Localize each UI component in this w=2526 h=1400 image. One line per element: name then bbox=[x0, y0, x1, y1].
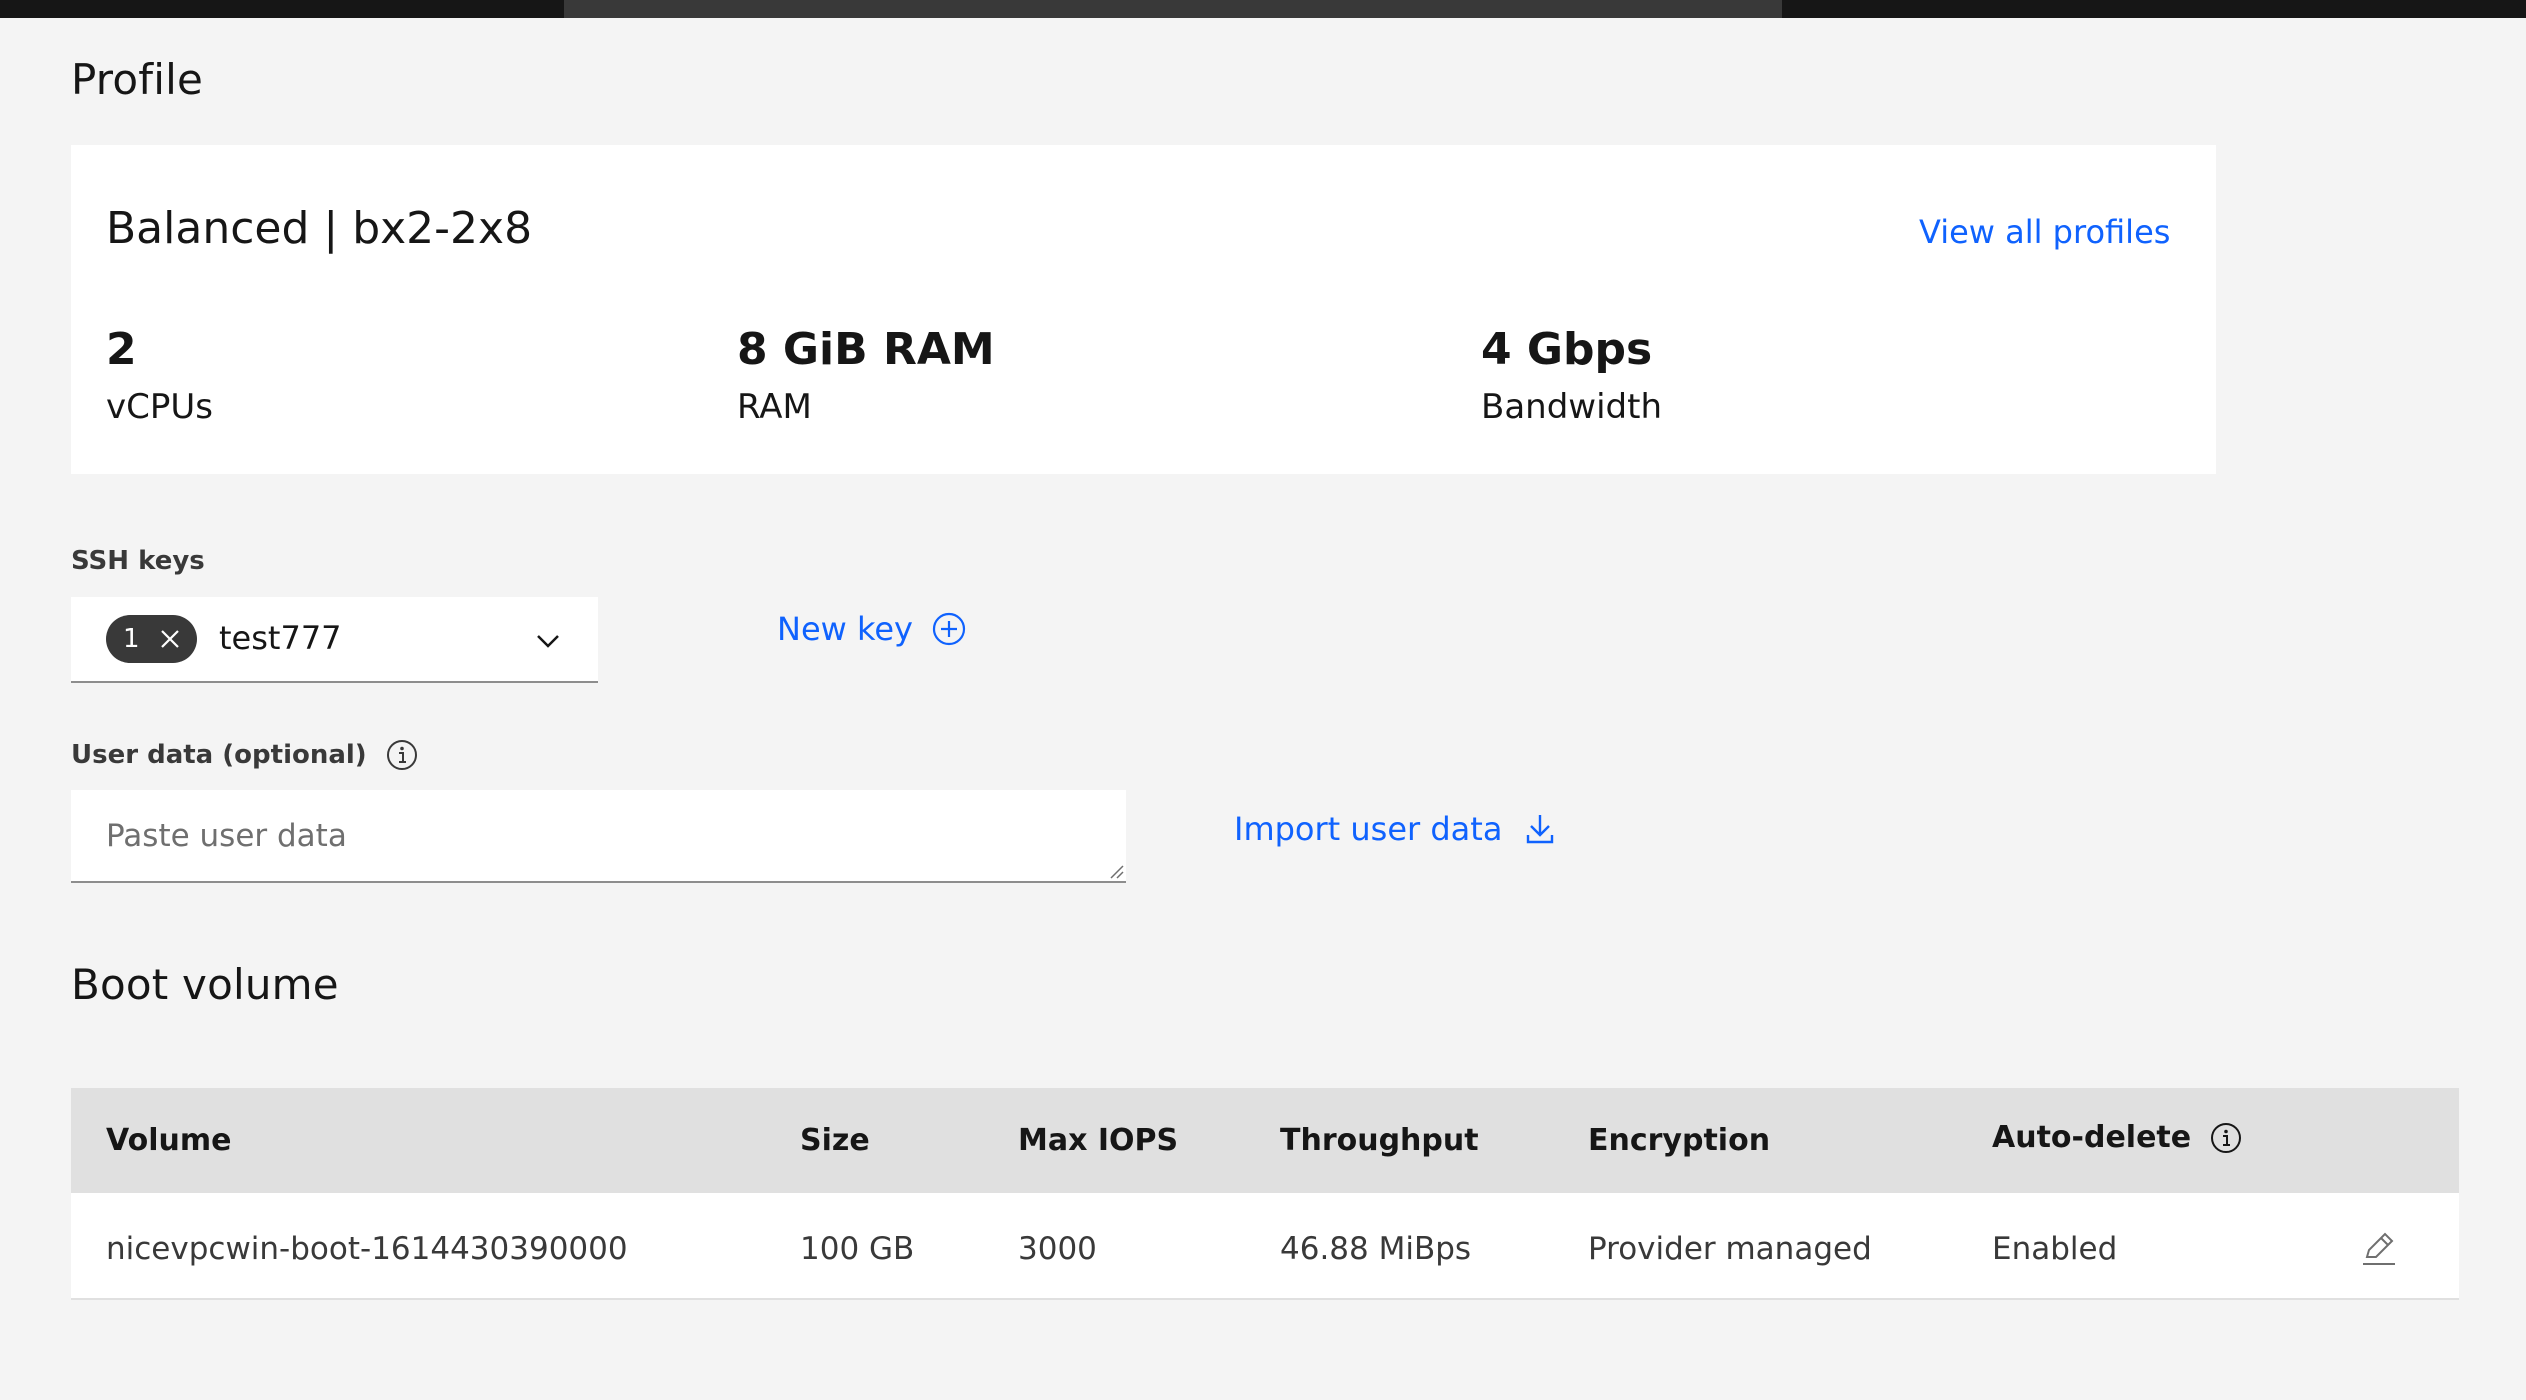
edit-icon[interactable] bbox=[2359, 1227, 2399, 1267]
chevron-down-icon[interactable] bbox=[533, 626, 563, 656]
selected-count: 1 bbox=[123, 624, 140, 654]
table-row: nicevpcwin-boot-1614430390000 100 GB 300… bbox=[71, 1193, 2459, 1300]
boot-volume-heading: Boot volume bbox=[71, 960, 339, 1009]
stat-value: 2 bbox=[106, 324, 137, 375]
user-data-label-row: User data (optional) bbox=[71, 738, 419, 772]
selected-count-tag: 1 bbox=[106, 615, 197, 663]
user-data-placeholder: Paste user data bbox=[106, 818, 347, 854]
cell-auto-delete: Enabled bbox=[1992, 1231, 2118, 1267]
new-key-link[interactable]: New key bbox=[777, 610, 967, 648]
cell-max-iops: 3000 bbox=[1018, 1231, 1097, 1267]
information-icon[interactable] bbox=[2209, 1121, 2243, 1155]
add-circle-icon bbox=[932, 612, 966, 646]
download-icon bbox=[1527, 815, 1554, 844]
ssh-keys-label: SSH keys bbox=[71, 546, 205, 576]
stat-value: 8 GiB RAM bbox=[737, 324, 995, 375]
resize-handle-icon[interactable] bbox=[1106, 861, 1124, 879]
stat-label: RAM bbox=[737, 387, 812, 427]
stat-value: 4 Gbps bbox=[1481, 324, 1653, 375]
new-key-label: New key bbox=[777, 610, 913, 648]
user-data-textarea[interactable]: Paste user data bbox=[71, 790, 1126, 883]
import-user-data-label: Import user data bbox=[1234, 810, 1503, 848]
column-header-throughput: Throughput bbox=[1280, 1123, 1479, 1158]
information-icon[interactable] bbox=[385, 738, 419, 772]
auto-delete-header-label: Auto-delete bbox=[1992, 1120, 2192, 1155]
stat-vcpus: 2 vCPUs bbox=[106, 324, 213, 427]
top-navigation-segment bbox=[564, 0, 1782, 18]
column-header-encryption: Encryption bbox=[1588, 1123, 1771, 1158]
stat-label: Bandwidth bbox=[1481, 387, 1663, 427]
ssh-keys-multiselect[interactable]: 1 test777 bbox=[71, 597, 598, 683]
column-header-max-iops: Max IOPS bbox=[1018, 1123, 1179, 1158]
stat-bandwidth: 4 Gbps Bandwidth bbox=[1481, 324, 1663, 427]
column-header-auto-delete: Auto-delete bbox=[1992, 1120, 2243, 1155]
user-data-label: User data (optional) bbox=[71, 740, 367, 770]
profile-heading: Profile bbox=[71, 55, 203, 104]
view-all-profiles-link[interactable]: View all profiles bbox=[1919, 213, 2170, 251]
profile-card: Balanced | bx2-2x8 View all profiles 2 v… bbox=[71, 145, 2216, 474]
cell-volume: nicevpcwin-boot-1614430390000 bbox=[106, 1231, 628, 1267]
close-icon[interactable] bbox=[158, 627, 182, 651]
import-user-data-link[interactable]: Import user data bbox=[1234, 810, 1558, 848]
cell-encryption: Provider managed bbox=[1588, 1231, 1872, 1267]
stat-ram: 8 GiB RAM RAM bbox=[737, 324, 995, 427]
table-header: Volume Size Max IOPS Throughput Encrypti… bbox=[71, 1088, 2459, 1193]
cell-size: 100 GB bbox=[800, 1231, 915, 1267]
top-navigation-bar bbox=[0, 0, 2526, 18]
boot-volume-table: Volume Size Max IOPS Throughput Encrypti… bbox=[71, 1088, 2459, 1300]
profile-title: Balanced | bx2-2x8 bbox=[106, 203, 533, 254]
stat-label: vCPUs bbox=[106, 387, 213, 427]
column-header-size: Size bbox=[800, 1123, 870, 1158]
column-header-volume: Volume bbox=[106, 1123, 232, 1158]
selected-ssh-key: test777 bbox=[219, 619, 342, 657]
cell-throughput: 46.88 MiBps bbox=[1280, 1231, 1472, 1267]
